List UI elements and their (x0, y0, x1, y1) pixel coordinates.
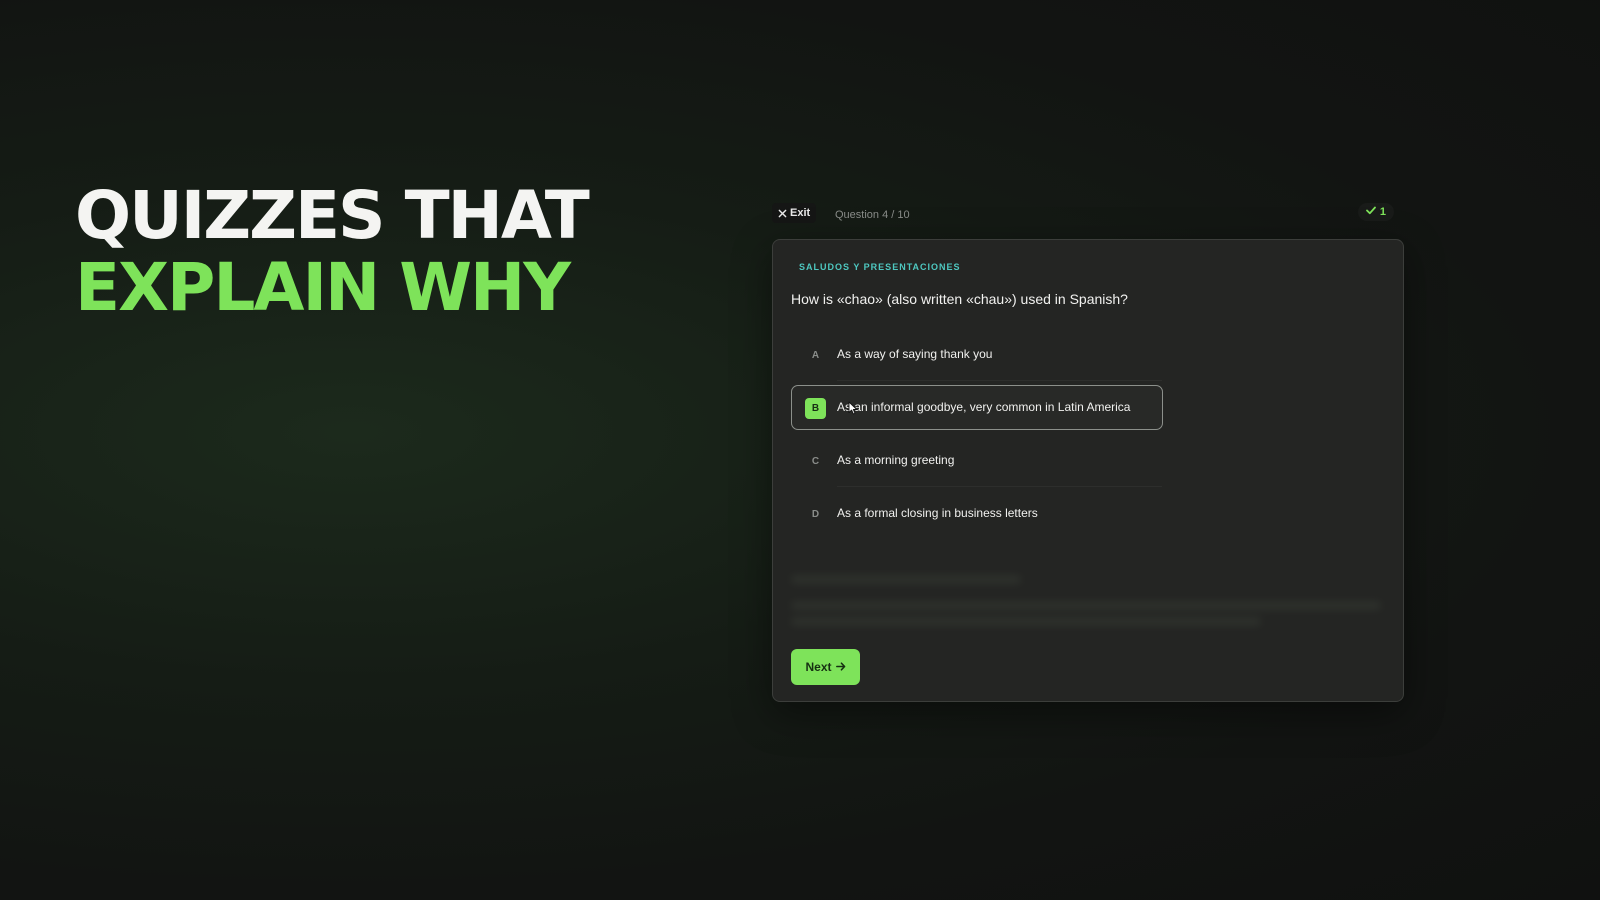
explanation-placeholder (791, 575, 1387, 635)
option-text: As a way of saying thank you (837, 347, 993, 361)
check-icon (1365, 206, 1376, 218)
hero-headline: QUIZZES THAT EXPLAIN WHY (75, 177, 590, 326)
option-text: As an informal goodbye, very common in L… (837, 400, 1131, 414)
option-letter: A (811, 350, 820, 361)
answer-options: A As a way of saying thank you B As an i… (791, 332, 1163, 544)
option-d[interactable]: D As a formal closing in business letter… (791, 491, 1163, 536)
divider (837, 486, 1162, 487)
divider (837, 380, 1162, 381)
quiz-card: SALUDOS Y PRESENTACIONES How is «chao» (… (772, 239, 1404, 702)
question-text: How is «chao» (also written «chau») used… (791, 291, 1128, 307)
option-letter: D (811, 509, 820, 520)
option-a[interactable]: A As a way of saying thank you (791, 332, 1163, 381)
option-letter: B (805, 398, 826, 419)
placeholder-bar (791, 617, 1261, 626)
placeholder-bar (791, 601, 1381, 610)
mouse-pointer-icon (848, 401, 858, 420)
arrow-right-icon (835, 660, 846, 674)
exit-label: Exit (790, 207, 811, 219)
hero-line-2: EXPLAIN WHY (75, 249, 571, 326)
question-counter: Question 4 / 10 (835, 209, 910, 221)
hero-line-1: QUIZZES THAT (75, 177, 590, 254)
option-letter: C (811, 456, 820, 467)
next-label: Next (805, 660, 832, 674)
option-text: As a formal closing in business letters (837, 506, 1038, 520)
score-count: 1 (1379, 206, 1386, 218)
category-label: SALUDOS Y PRESENTACIONES (799, 262, 961, 272)
option-text: As a morning greeting (837, 453, 955, 467)
next-button[interactable]: Next (791, 649, 860, 685)
exit-button[interactable]: Exit (772, 203, 817, 223)
close-icon (778, 209, 787, 218)
placeholder-bar (791, 575, 1021, 584)
score-badge: 1 (1357, 203, 1394, 221)
option-b[interactable]: B As an informal goodbye, very common in… (791, 385, 1163, 430)
option-c[interactable]: C As a morning greeting (791, 438, 1163, 487)
quiz-topbar: Exit Question 4 / 10 1 (772, 203, 1404, 229)
